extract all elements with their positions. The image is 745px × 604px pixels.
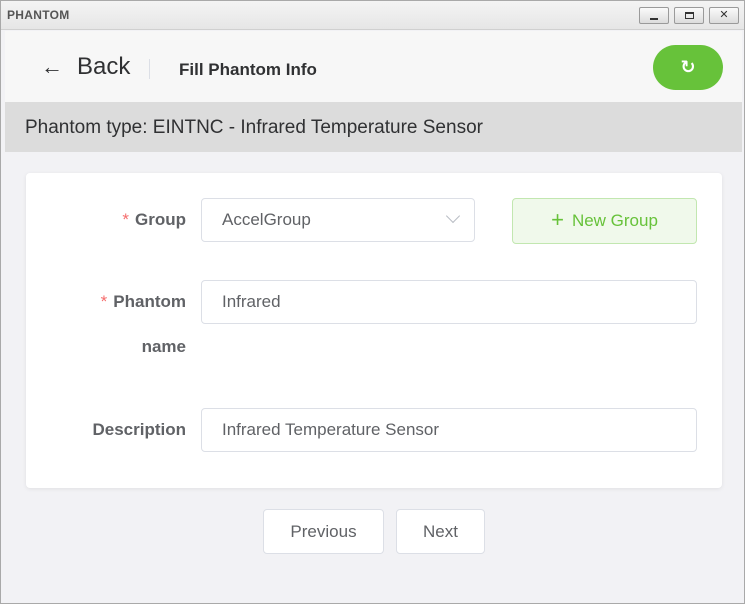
phantom-type-text: Phantom type: EINTNC - Infrared Temperat…	[25, 117, 483, 138]
phantom-name-input[interactable]: Infrared	[201, 280, 697, 324]
phantom-name-label-line2: name	[141, 337, 186, 356]
new-group-label: New Group	[571, 211, 658, 230]
plus-icon: +	[551, 207, 564, 232]
page-header: ← Back Fill Phantom Info ↻	[5, 31, 742, 102]
description-label: Description	[92, 420, 186, 439]
new-group-button[interactable]: + New Group	[512, 198, 697, 244]
title-bar[interactable]: PHANTOM ✕	[1, 1, 744, 30]
page-title: Fill Phantom Info	[179, 60, 317, 79]
required-mark: *	[122, 210, 129, 229]
phantom-form-card: * Group AccelGroup + New Group * Phantom n…	[26, 173, 722, 488]
arrow-left-icon: ←	[41, 54, 63, 79]
close-button[interactable]: ✕	[709, 7, 739, 24]
refresh-icon: ↻	[680, 57, 696, 77]
phantom-type-bar: Phantom type: EINTNC - Infrared Temperat…	[5, 102, 742, 152]
group-select-value: AccelGroup	[222, 210, 311, 229]
refresh-button[interactable]: ↻	[653, 45, 723, 90]
app-window: PHANTOM ✕ ← Back Fill Phantom Info ↻ Pha…	[0, 0, 745, 604]
phantom-name-label: * Phantom	[100, 292, 186, 311]
back-label: Back	[77, 53, 131, 80]
app-title: PHANTOM	[7, 8, 70, 22]
close-icon: ✕	[719, 9, 729, 21]
phantom-name-value: Infrared	[222, 292, 281, 311]
maximize-icon	[684, 12, 694, 19]
header-divider	[149, 59, 150, 79]
minimize-button[interactable]	[639, 7, 669, 24]
group-label: * Group	[122, 210, 186, 229]
required-mark: *	[100, 292, 108, 311]
previous-button[interactable]: Previous	[263, 509, 384, 554]
description-value: Infrared Temperature Sensor	[222, 420, 440, 439]
minimize-icon	[650, 17, 658, 20]
next-button[interactable]: Next	[396, 509, 485, 554]
chevron-down-icon	[445, 208, 461, 224]
group-select[interactable]: AccelGroup	[201, 198, 475, 242]
description-input[interactable]: Infrared Temperature Sensor	[201, 408, 697, 452]
back-button[interactable]: ← Back	[41, 53, 130, 81]
maximize-button[interactable]	[674, 7, 704, 24]
